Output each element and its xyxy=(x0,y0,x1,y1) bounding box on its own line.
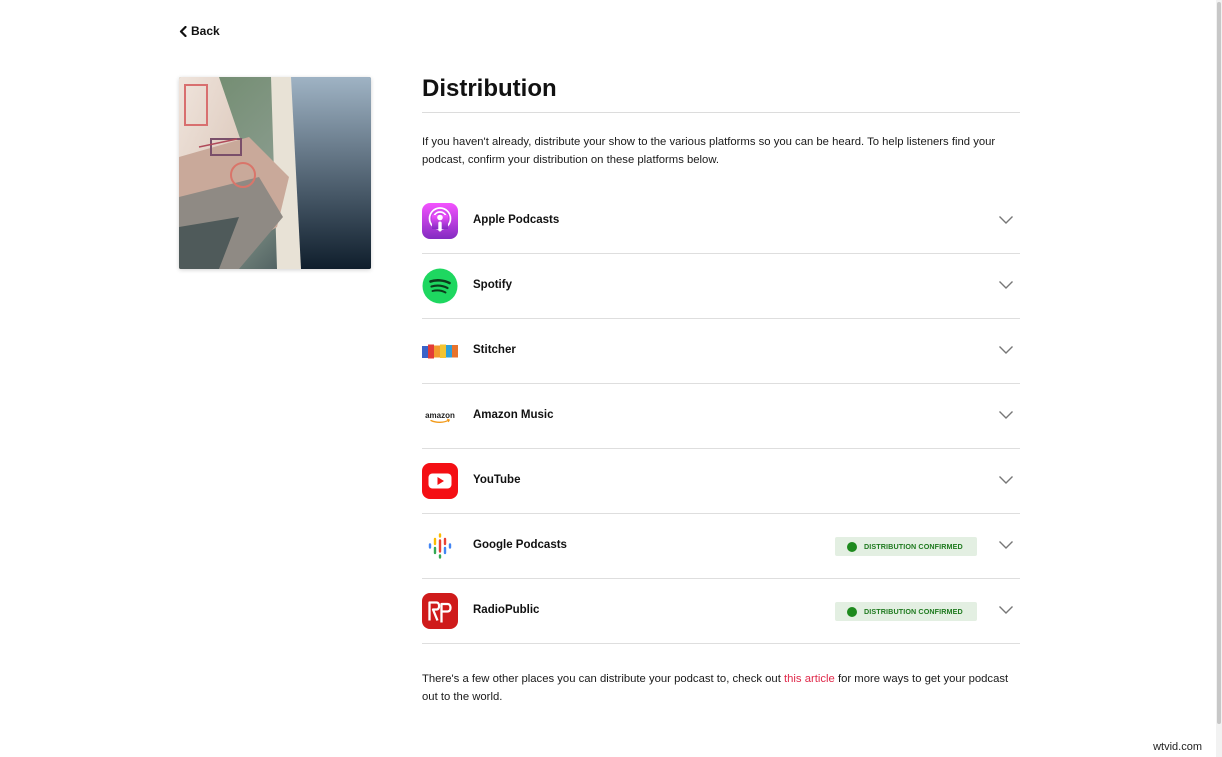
back-label: Back xyxy=(191,24,220,38)
radiopublic-logo xyxy=(422,593,458,629)
chevron-down-icon[interactable] xyxy=(998,605,1014,615)
spotify-logo xyxy=(422,268,458,304)
chevron-down-icon[interactable] xyxy=(998,215,1014,225)
stitcher-logo xyxy=(422,333,458,369)
platform-name: RadioPublic xyxy=(473,603,540,616)
status-text: DISTRIBUTION CONFIRMED xyxy=(864,607,963,616)
youtube-logo xyxy=(422,463,458,499)
watermark: wtvid.com xyxy=(1153,741,1202,753)
status-text: DISTRIBUTION CONFIRMED xyxy=(864,542,963,551)
chevron-down-icon[interactable] xyxy=(998,410,1014,420)
chevron-left-icon xyxy=(179,25,187,37)
footer-text-before: There's a few other places you can distr… xyxy=(422,673,784,685)
platform-name: Stitcher xyxy=(473,343,516,356)
status-dot xyxy=(847,606,857,617)
chevron-down-icon[interactable] xyxy=(998,345,1014,355)
chevron-down-icon[interactable] xyxy=(998,280,1014,290)
page-title: Distribution xyxy=(422,75,557,102)
platform-name: Apple Podcasts xyxy=(473,213,560,226)
platform-name: YouTube xyxy=(473,473,521,486)
platform-row-google-podcasts[interactable]: Google Podcasts DISTRIBUTION CONFIRMED xyxy=(422,514,1020,579)
platform-row-stitcher[interactable]: Stitcher xyxy=(422,319,1020,384)
status-dot xyxy=(847,541,857,552)
podcast-cover-image xyxy=(179,77,371,269)
platform-row-amazon-music[interactable]: amazon Amazon Music xyxy=(422,384,1020,449)
platform-name: Amazon Music xyxy=(473,408,554,421)
scrollbar[interactable] xyxy=(1216,0,1222,757)
google-podcasts-logo xyxy=(422,528,458,564)
apple-podcasts-logo xyxy=(422,203,458,239)
chevron-down-icon[interactable] xyxy=(998,540,1014,550)
platform-row-spotify[interactable]: Spotify xyxy=(422,254,1020,319)
footer-text: There's a few other places you can distr… xyxy=(422,670,1020,706)
scrollbar-thumb[interactable] xyxy=(1217,2,1221,724)
platform-row-apple-podcasts[interactable]: Apple Podcasts xyxy=(422,189,1020,254)
platform-name: Spotify xyxy=(473,278,512,291)
article-link[interactable]: this article xyxy=(784,673,835,685)
chevron-down-icon[interactable] xyxy=(998,475,1014,485)
platform-row-youtube[interactable]: YouTube xyxy=(422,449,1020,514)
main-content: Distribution If you haven't already, dis… xyxy=(422,70,1020,706)
platform-name: Google Podcasts xyxy=(473,538,567,551)
back-button[interactable]: Back xyxy=(179,24,220,38)
status-badge: DISTRIBUTION CONFIRMED xyxy=(835,537,977,556)
title-divider xyxy=(422,112,1020,113)
amazon-music-logo: amazon xyxy=(422,398,458,434)
intro-text: If you haven't already, distribute your … xyxy=(422,136,996,166)
platform-list: Apple Podcasts Spotify Stitcher amazon A… xyxy=(422,189,1020,644)
svg-text:amazon: amazon xyxy=(425,411,455,420)
status-badge: DISTRIBUTION CONFIRMED xyxy=(835,602,977,621)
platform-row-radiopublic[interactable]: RadioPublic DISTRIBUTION CONFIRMED xyxy=(422,579,1020,644)
